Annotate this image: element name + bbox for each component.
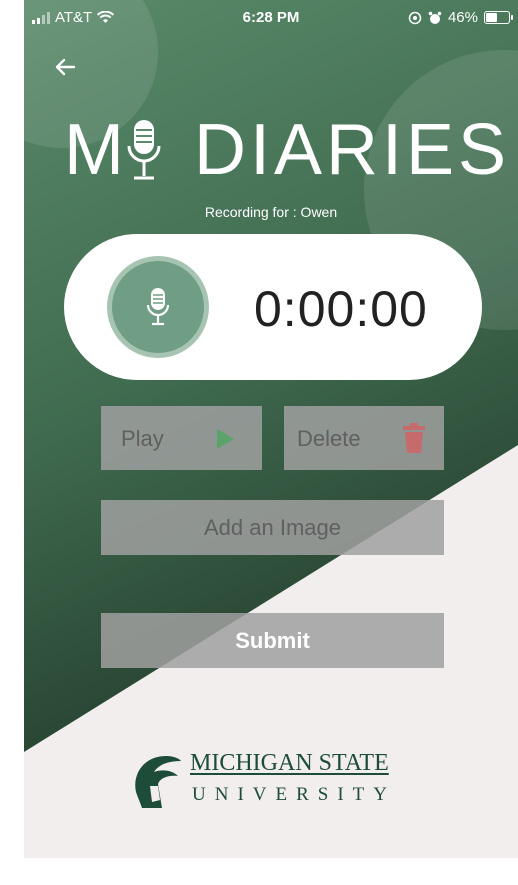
status-right-group: 46% <box>408 9 513 26</box>
play-label: Play <box>121 426 164 451</box>
add-image-button[interactable]: Add an Image <box>101 500 444 555</box>
trash-icon <box>403 423 425 453</box>
logo-letter-m: M <box>64 110 126 190</box>
app-logo: M DIARIES <box>64 110 506 190</box>
microphone-icon <box>146 288 170 326</box>
back-arrow-icon[interactable] <box>50 52 80 82</box>
recorder-panel: 0:00:00 <box>64 234 482 380</box>
play-icon <box>217 429 234 449</box>
logo-microphone-icon <box>127 120 161 180</box>
msu-logo: MICHIGAN STATE UNIVERSITY <box>128 750 428 814</box>
play-button[interactable]: Play <box>101 406 262 470</box>
university-name: MICHIGAN STATE <box>190 750 389 776</box>
logo-word-diaries: DIARIES <box>194 110 511 190</box>
app-screen: AT&T 6:28 PM 46% M DIARIES Recording for… <box>24 0 518 858</box>
orientation-lock-icon <box>408 11 422 24</box>
spartan-helmet-icon <box>135 756 181 808</box>
delete-button[interactable]: Delete <box>284 406 444 470</box>
delete-label: Delete <box>297 426 361 451</box>
university-sub: UNIVERSITY <box>192 784 396 805</box>
recording-for-label: Recording for : Owen <box>204 204 338 220</box>
recording-timer: 0:00:00 <box>254 281 428 337</box>
record-button[interactable] <box>112 261 204 353</box>
submit-button[interactable]: Submit <box>101 613 444 668</box>
status-bar: AT&T 6:28 PM 46% <box>24 0 518 34</box>
battery-icon <box>484 11 513 24</box>
alarm-icon <box>428 11 442 24</box>
battery-percent: 46% <box>447 9 478 26</box>
